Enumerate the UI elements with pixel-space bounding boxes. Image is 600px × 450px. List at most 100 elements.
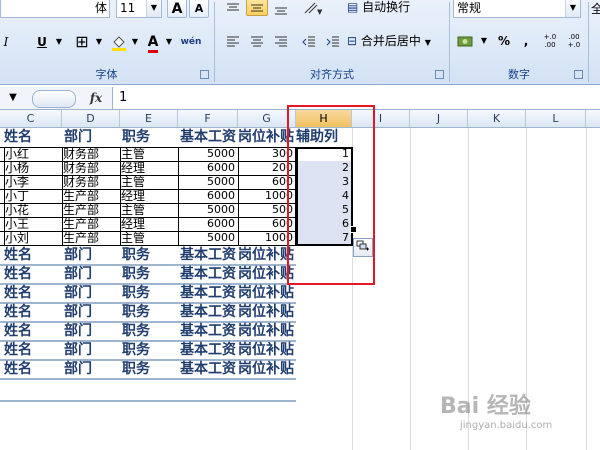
orientation-button[interactable]: ▼ xyxy=(298,0,328,16)
header-cell-name[interactable]: 姓名 xyxy=(4,341,32,360)
header-cell-base-salary[interactable]: 基本工资 xyxy=(180,303,238,322)
header-cell-allowance[interactable]: 岗位补贴 xyxy=(238,360,296,379)
header-cell-name[interactable]: 姓名 xyxy=(4,128,32,147)
header-cell-name[interactable]: 姓名 xyxy=(4,322,32,341)
header-cell-dept[interactable]: 部门 xyxy=(64,246,92,265)
header-cell-allowance[interactable]: 岗位补贴 xyxy=(238,284,296,303)
header-cell-name[interactable]: 姓名 xyxy=(4,284,32,303)
cell-base[interactable]: 5000 xyxy=(178,231,238,245)
cell-dept[interactable]: 财务部 xyxy=(62,161,120,175)
header-cell-dept[interactable]: 部门 xyxy=(64,322,92,341)
header-cell-title[interactable]: 职务 xyxy=(122,246,150,265)
increase-indent-button[interactable] xyxy=(322,30,344,50)
cell-base[interactable]: 5000 xyxy=(178,175,238,189)
shrink-font-button[interactable]: A xyxy=(189,0,209,18)
cell-title[interactable]: 主管 xyxy=(120,175,178,189)
cell-dept[interactable]: 财务部 xyxy=(62,147,120,161)
cell-dept[interactable]: 生产部 xyxy=(62,217,120,231)
header-cell-dept[interactable]: 部门 xyxy=(64,303,92,322)
cell-name[interactable]: 小王 xyxy=(4,217,62,231)
fill-color-dropdown[interactable]: ▼ xyxy=(130,31,140,51)
header-cell-title[interactable]: 职务 xyxy=(122,322,150,341)
column-header-j[interactable]: J xyxy=(410,110,468,127)
cell-name[interactable]: 小丁 xyxy=(4,189,62,203)
font-name-combo[interactable]: 体 xyxy=(0,0,110,18)
header-cell-allowance[interactable]: 岗位补贴 xyxy=(238,341,296,360)
header-cell-name[interactable]: 姓名 xyxy=(4,265,32,284)
header-cell-allowance[interactable]: 岗位补贴 xyxy=(238,303,296,322)
cell-dept[interactable]: 财务部 xyxy=(62,175,120,189)
decrease-indent-button[interactable] xyxy=(298,30,320,50)
border-dropdown[interactable]: ▼ xyxy=(94,31,104,51)
header-cell-title[interactable]: 职务 xyxy=(122,284,150,303)
cell-name[interactable]: 小红 xyxy=(4,147,62,161)
font-color-button[interactable]: A xyxy=(142,31,164,53)
header-cell-title[interactable]: 职务 xyxy=(122,265,150,284)
currency-button[interactable] xyxy=(453,30,479,50)
column-header-e[interactable]: E xyxy=(120,110,178,127)
cell-title[interactable]: 主管 xyxy=(120,231,178,245)
border-button[interactable]: ⊞ xyxy=(70,31,94,51)
cell-title[interactable]: 主管 xyxy=(120,147,178,161)
underline-button[interactable]: U xyxy=(30,31,54,51)
cell-dept[interactable]: 生产部 xyxy=(62,231,120,245)
align-left-button[interactable] xyxy=(222,30,244,50)
underline-dropdown[interactable]: ▼ xyxy=(54,31,64,51)
font-size-combo[interactable]: 11 ▼ xyxy=(116,0,162,18)
cell-title[interactable]: 主管 xyxy=(120,203,178,217)
align-top-button[interactable] xyxy=(222,0,244,16)
percent-button[interactable]: % xyxy=(493,30,515,50)
column-header-d[interactable]: D xyxy=(62,110,120,127)
header-cell-title[interactable]: 职务 xyxy=(122,303,150,322)
align-middle-button[interactable] xyxy=(246,0,268,16)
header-cell-dept[interactable]: 部门 xyxy=(64,341,92,360)
grow-font-button[interactable]: A xyxy=(167,0,187,18)
insert-function-button[interactable]: fx xyxy=(86,89,106,107)
header-cell-name[interactable]: 姓名 xyxy=(4,246,32,265)
header-cell-dept[interactable]: 部门 xyxy=(64,284,92,303)
header-cell-base-salary[interactable]: 基本工资 xyxy=(180,265,238,284)
font-dialog-launcher-icon[interactable] xyxy=(200,70,209,79)
column-header-k[interactable]: K xyxy=(468,110,526,127)
cell-base[interactable]: 6000 xyxy=(178,217,238,231)
align-bottom-button[interactable] xyxy=(270,0,292,16)
cell-dept[interactable]: 生产部 xyxy=(62,203,120,217)
cell-name[interactable]: 小花 xyxy=(4,203,62,217)
header-cell-dept[interactable]: 部门 xyxy=(64,360,92,379)
name-box-dropdown[interactable]: ▼ xyxy=(0,89,26,107)
number-format-combo[interactable]: 常规 ▼ xyxy=(453,0,581,18)
cell-name[interactable]: 小杨 xyxy=(4,161,62,175)
column-header-c[interactable]: C xyxy=(0,110,62,127)
header-cell-title[interactable]: 职务 xyxy=(122,360,150,379)
cell-base[interactable]: 5000 xyxy=(178,203,238,217)
align-center-button[interactable] xyxy=(246,30,268,50)
column-header-l[interactable]: L xyxy=(526,110,586,127)
wrap-text-button[interactable]: ▤ 自动换行 xyxy=(346,0,428,16)
increase-decimal-button[interactable]: +.0 .00 xyxy=(539,30,561,50)
header-cell-name[interactable]: 姓名 xyxy=(4,360,32,379)
alignment-dialog-launcher-icon[interactable] xyxy=(435,70,444,79)
decrease-decimal-button[interactable]: .00 +.0 xyxy=(563,30,585,50)
merge-center-button[interactable]: ⊟ 合并后居中 ▼ xyxy=(346,30,438,50)
cell-name[interactable]: 小李 xyxy=(4,175,62,189)
header-cell-base-salary[interactable]: 基本工资 xyxy=(180,246,238,265)
header-cell-dept[interactable]: 部门 xyxy=(64,128,92,147)
header-cell-base-salary[interactable]: 基本工资 xyxy=(180,284,238,303)
header-cell-base-salary[interactable]: 基本工资 xyxy=(180,128,238,147)
number-dialog-launcher-icon[interactable] xyxy=(574,70,583,79)
cell-base[interactable]: 6000 xyxy=(178,161,238,175)
phonetic-button[interactable]: wén xyxy=(178,31,204,51)
fill-color-button[interactable] xyxy=(108,31,130,51)
column-header-f[interactable]: F xyxy=(178,110,238,127)
header-cell-name[interactable]: 姓名 xyxy=(4,303,32,322)
header-cell-allowance[interactable]: 岗位补贴 xyxy=(238,322,296,341)
cell-title[interactable]: 经理 xyxy=(120,217,178,231)
cell-base[interactable]: 5000 xyxy=(178,147,238,161)
comma-button[interactable]: , xyxy=(517,30,535,50)
cell-dept[interactable]: 生产部 xyxy=(62,189,120,203)
header-cell-dept[interactable]: 部门 xyxy=(64,265,92,284)
header-cell-title[interactable]: 职务 xyxy=(122,128,150,147)
header-cell-base-salary[interactable]: 基本工资 xyxy=(180,341,238,360)
cell-name[interactable]: 小刘 xyxy=(4,231,62,245)
cell-title[interactable]: 经理 xyxy=(120,189,178,203)
